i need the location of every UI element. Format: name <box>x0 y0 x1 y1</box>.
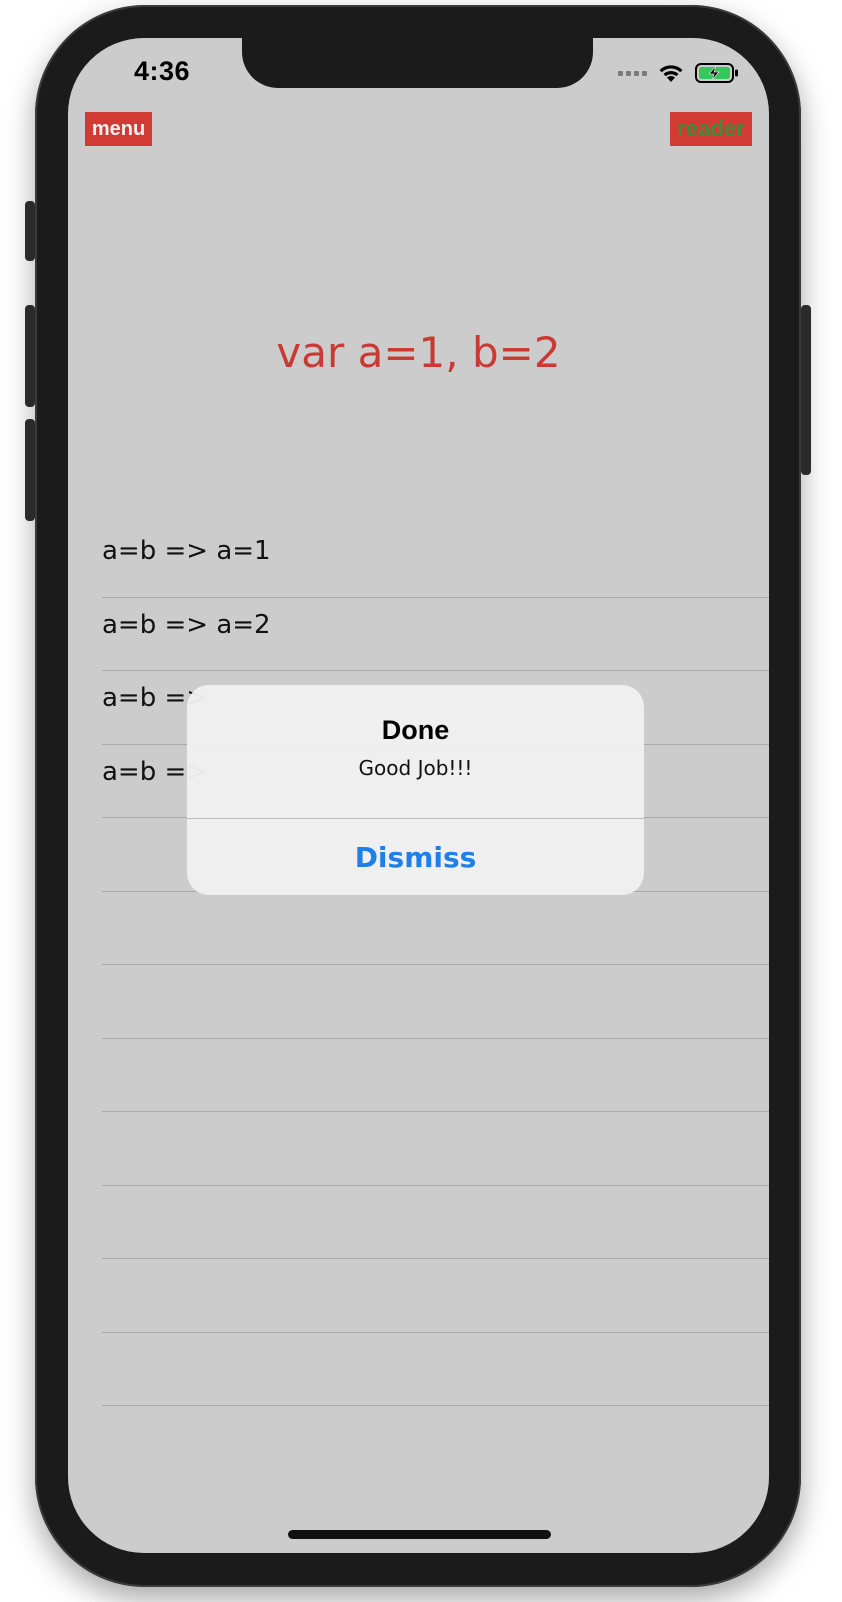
list-item-label: a=b => a=1 <box>102 536 271 566</box>
alert-title: Done <box>381 715 450 745</box>
home-indicator[interactable] <box>288 1530 551 1539</box>
code-heading: var a=1, b=2 <box>276 328 561 377</box>
list-item[interactable] <box>102 1039 769 1112</box>
list-item-label <box>102 1259 769 1261</box>
alert-message: Good Job!!! <box>358 756 473 780</box>
mute-switch <box>25 201 35 261</box>
list-item-label <box>102 1039 769 1041</box>
menu-button[interactable]: menu <box>85 112 152 146</box>
reader-button[interactable]: reader <box>670 112 752 146</box>
list-item[interactable] <box>102 1186 769 1259</box>
list-item-label <box>102 965 769 967</box>
list-item[interactable]: a=b => a=2 <box>102 598 769 671</box>
notch <box>242 38 593 88</box>
list-item[interactable] <box>102 1333 769 1406</box>
dismiss-button[interactable]: Dismiss <box>187 819 644 895</box>
status-icons <box>618 62 739 84</box>
status-time: 4:36 <box>134 56 191 86</box>
power-button <box>801 305 811 475</box>
answer-list: a=b => a=1 a=b => a=2 a=b => a=b => <box>102 524 769 1406</box>
screen: 4:36 menu reader var a=1, b=2 a=b => a=1… <box>68 38 769 1553</box>
wifi-icon <box>659 65 683 82</box>
list-item[interactable] <box>102 892 769 965</box>
list-item-label <box>102 1112 769 1114</box>
volume-up-button <box>25 305 35 407</box>
list-item-label: a=b => a=2 <box>102 609 271 640</box>
list-item[interactable] <box>102 965 769 1039</box>
list-item[interactable] <box>102 1112 769 1186</box>
list-item[interactable] <box>102 1259 769 1333</box>
list-item-label <box>102 1333 769 1335</box>
battery-charging-icon <box>695 63 738 83</box>
volume-down-button <box>25 419 35 521</box>
alert-dialog: Done Good Job!!! Dismiss <box>187 685 644 895</box>
list-item-label <box>102 1186 769 1188</box>
list-item[interactable]: a=b => a=1 <box>102 524 769 598</box>
cellular-signal-icon <box>618 70 647 76</box>
